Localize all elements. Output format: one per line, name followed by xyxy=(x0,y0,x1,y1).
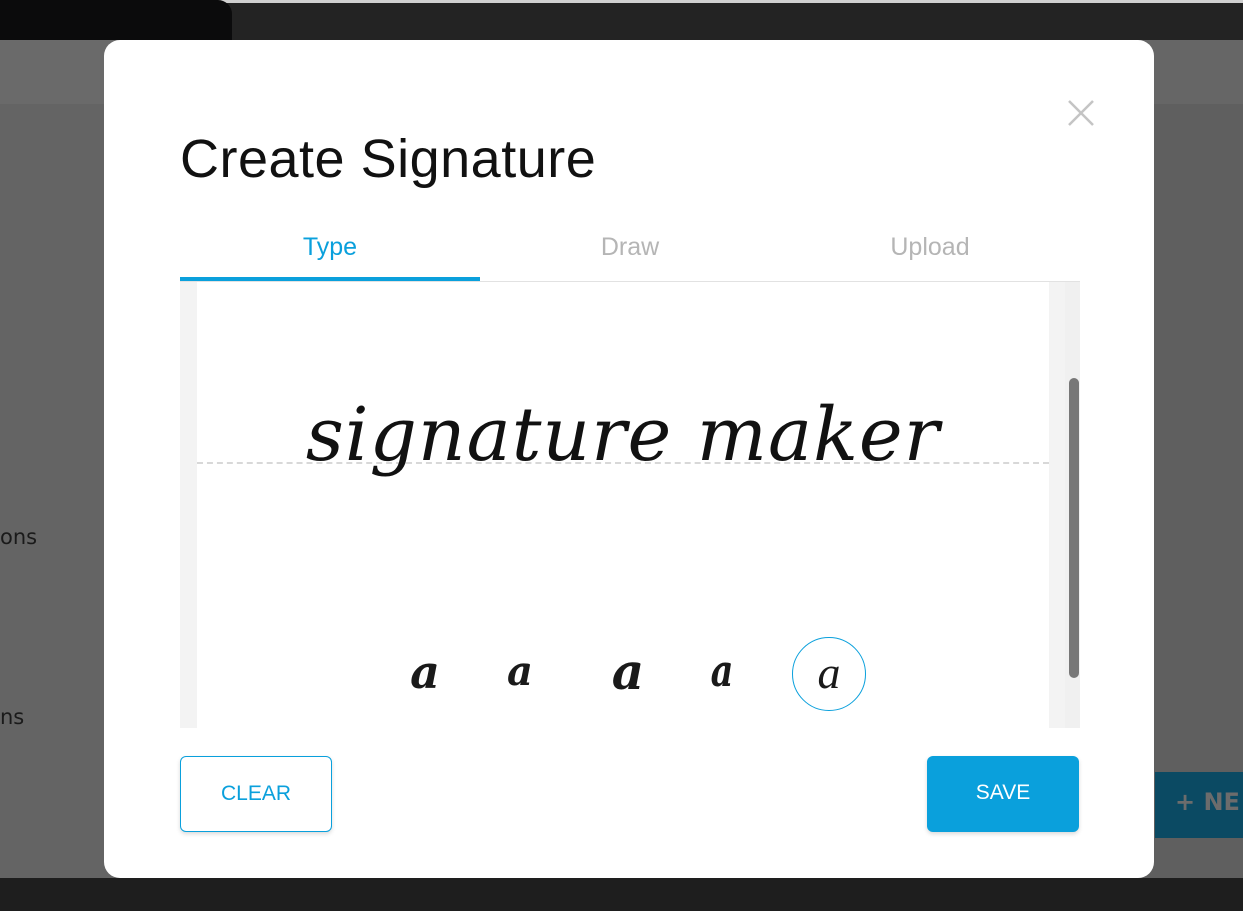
create-signature-dialog: Create Signature Type Draw Upload signat… xyxy=(104,40,1154,878)
new-button: + NE xyxy=(1155,772,1243,838)
font-option[interactable]: a xyxy=(483,637,557,711)
tab-type[interactable]: Type xyxy=(180,225,480,281)
clear-button[interactable]: CLEAR xyxy=(180,756,332,832)
font-option-selected[interactable]: a xyxy=(792,637,866,711)
dialog-title: Create Signature xyxy=(180,129,597,189)
signature-canvas: signature maker a a a a a xyxy=(197,282,1049,728)
save-button[interactable]: SAVE xyxy=(927,756,1079,832)
close-icon xyxy=(1068,100,1094,126)
font-option[interactable]: a xyxy=(692,637,751,711)
sidebar-item-fragment: ns xyxy=(0,705,25,729)
tab-bar: Type Draw Upload xyxy=(180,225,1080,282)
scrollbar-thumb[interactable] xyxy=(1069,378,1079,678)
signature-panel: signature maker a a a a a xyxy=(180,282,1080,728)
font-option[interactable]: a xyxy=(388,637,462,711)
tab-draw[interactable]: Draw xyxy=(480,225,780,281)
font-option[interactable]: a xyxy=(591,637,665,711)
signature-preview[interactable]: signature maker xyxy=(197,392,1049,478)
close-button[interactable] xyxy=(1066,98,1096,128)
sidebar-item-fragment: ons xyxy=(0,525,38,549)
bottom-bar xyxy=(0,878,1243,911)
tab-upload[interactable]: Upload xyxy=(780,225,1080,281)
